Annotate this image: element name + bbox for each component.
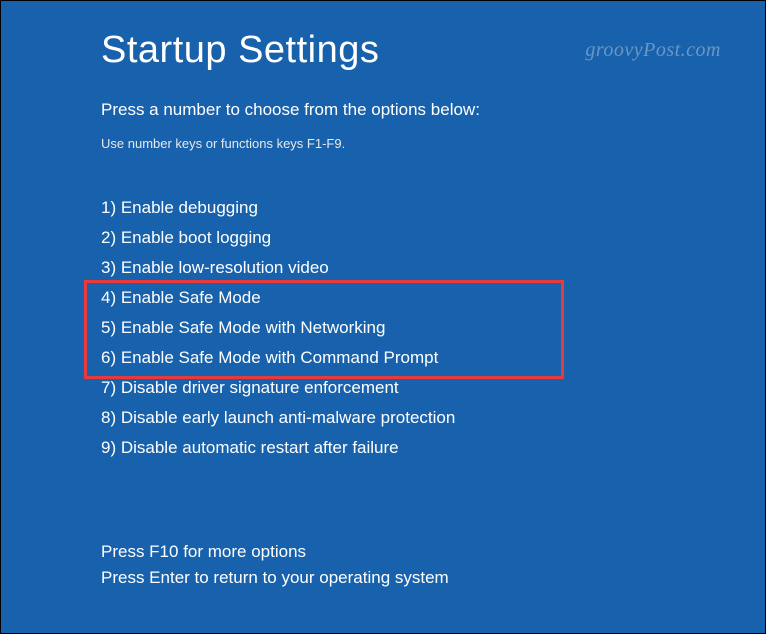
option-6-enable-safe-mode-command-prompt[interactable]: 6) Enable Safe Mode with Command Prompt xyxy=(101,343,765,373)
option-7-disable-driver-signature-enforcement[interactable]: 7) Disable driver signature enforcement xyxy=(101,373,765,403)
watermark-text: groovyPost.com xyxy=(585,39,721,62)
option-4-enable-safe-mode[interactable]: 4) Enable Safe Mode xyxy=(101,283,765,313)
option-1-enable-debugging[interactable]: 1) Enable debugging xyxy=(101,193,765,223)
more-options-hint: Press F10 for more options xyxy=(101,539,449,565)
footer-instructions: Press F10 for more options Press Enter t… xyxy=(101,539,449,591)
key-hint: Use number keys or functions keys F1-F9. xyxy=(101,136,765,151)
option-5-enable-safe-mode-networking[interactable]: 5) Enable Safe Mode with Networking xyxy=(101,313,765,343)
return-hint: Press Enter to return to your operating … xyxy=(101,565,449,591)
option-9-disable-automatic-restart[interactable]: 9) Disable automatic restart after failu… xyxy=(101,433,765,463)
option-8-disable-early-launch-anti-malware[interactable]: 8) Disable early launch anti-malware pro… xyxy=(101,403,765,433)
option-3-enable-low-resolution-video[interactable]: 3) Enable low-resolution video xyxy=(101,253,765,283)
choose-prompt: Press a number to choose from the option… xyxy=(101,100,765,120)
option-2-enable-boot-logging[interactable]: 2) Enable boot logging xyxy=(101,223,765,253)
startup-settings-screen: Startup Settings Press a number to choos… xyxy=(1,1,765,463)
options-list: 1) Enable debugging 2) Enable boot loggi… xyxy=(101,193,765,463)
